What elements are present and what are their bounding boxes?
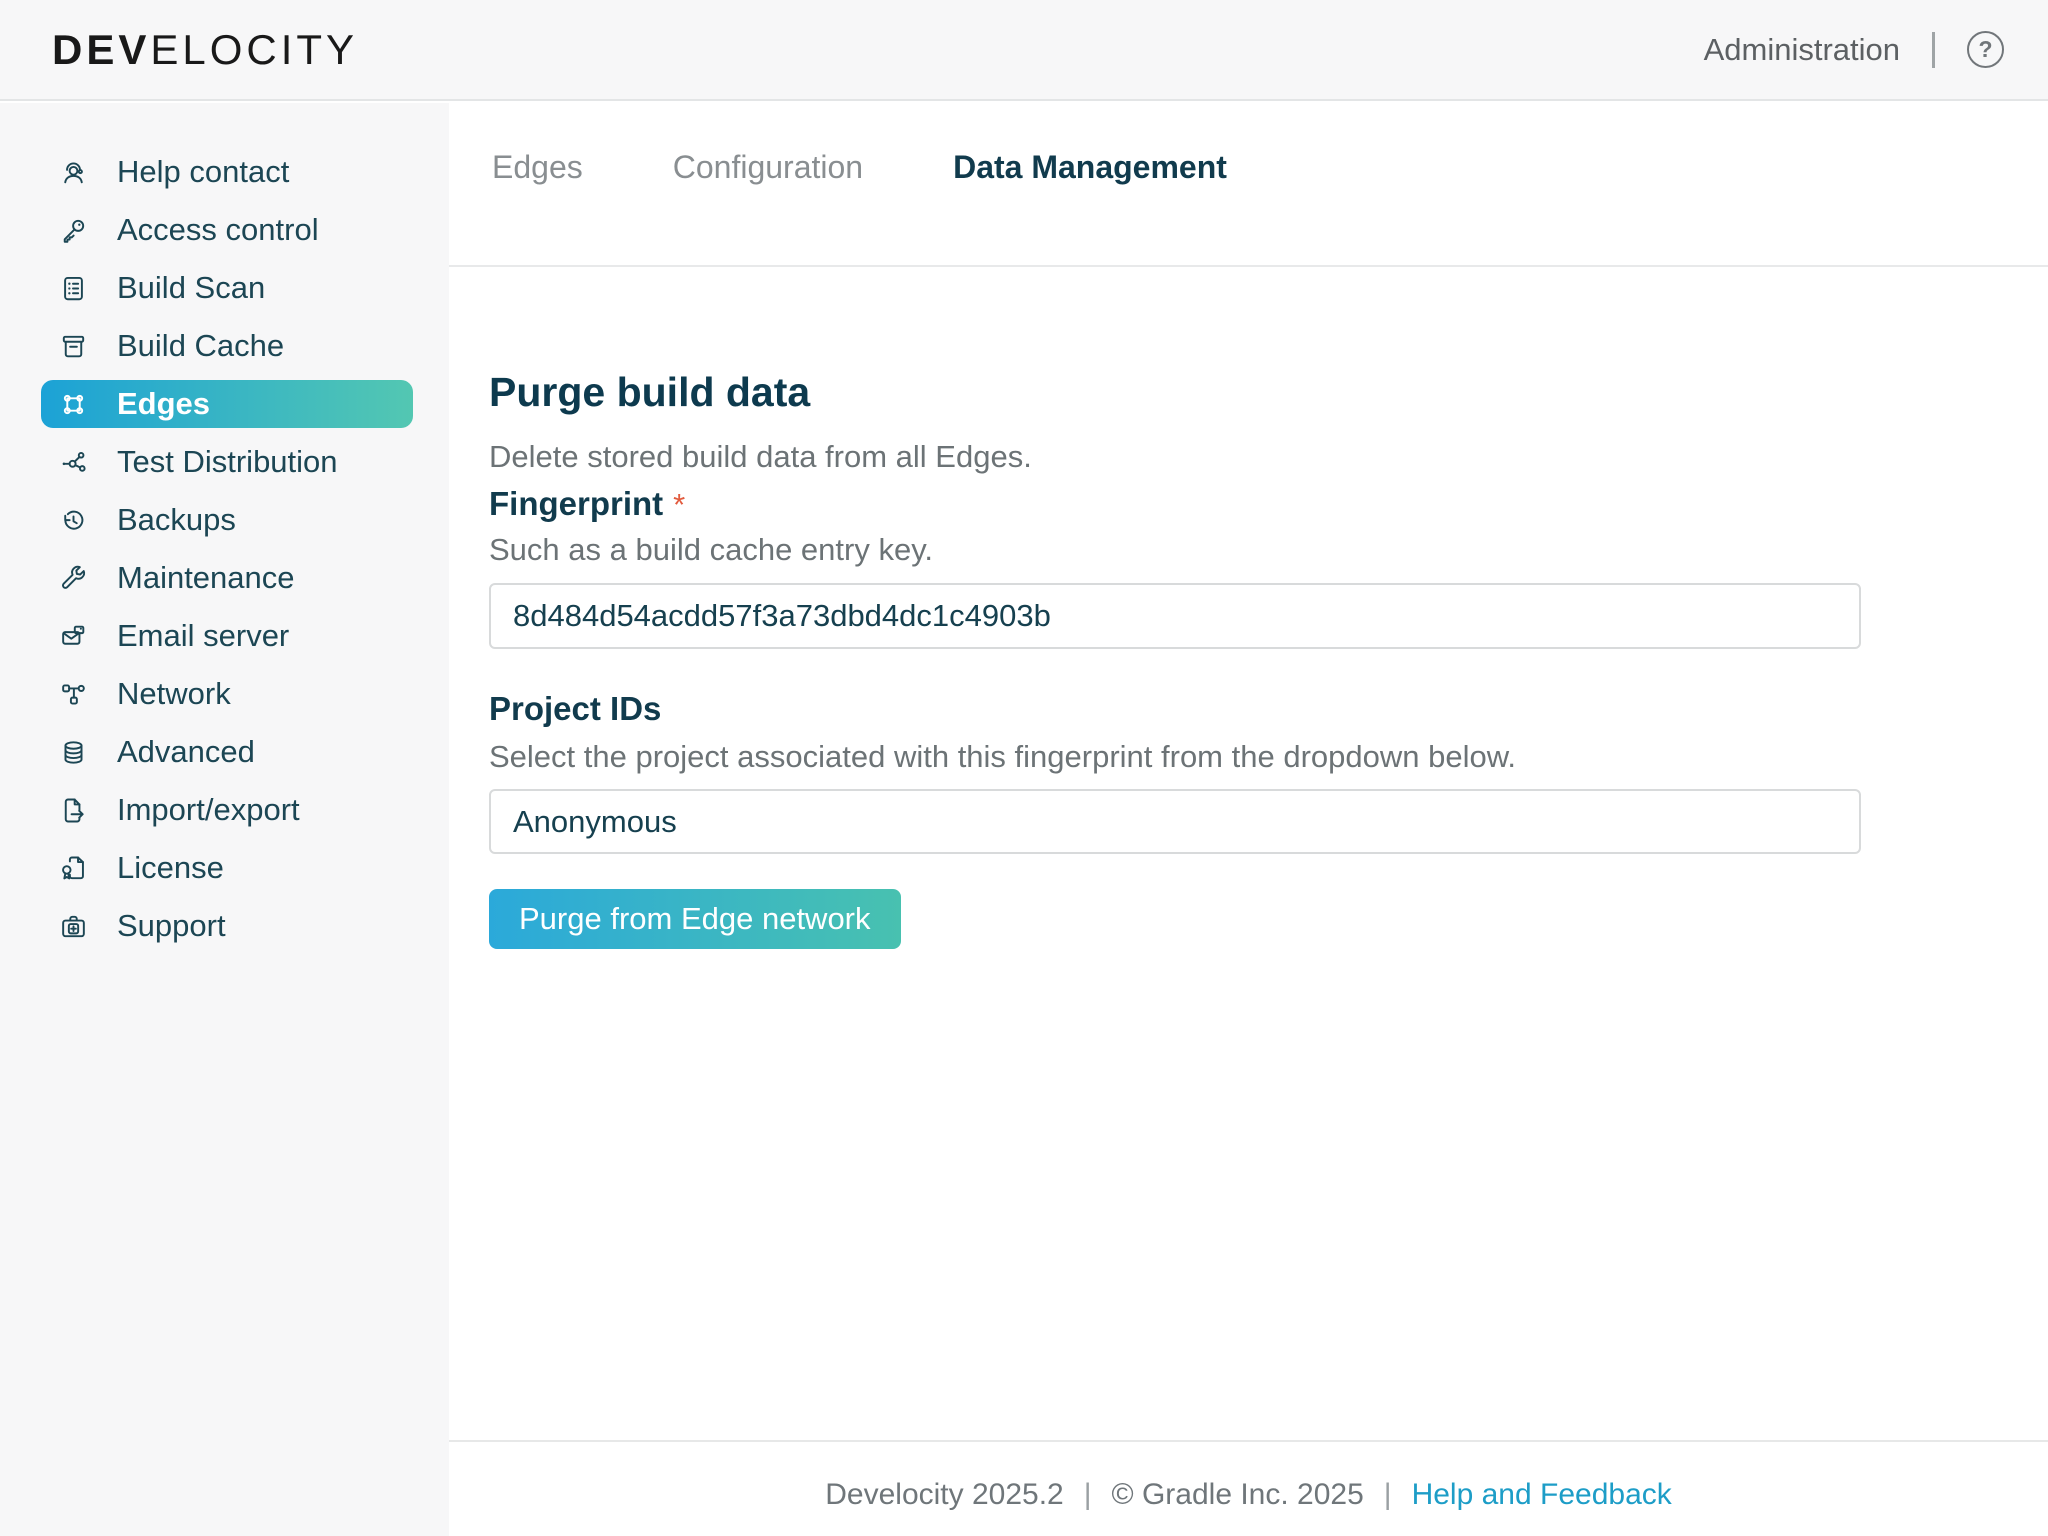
sidebar-item-maintenance[interactable]: Maintenance: [0, 549, 449, 607]
footer-version: Develocity 2025.2: [825, 1478, 1063, 1512]
project-ids-dropdown[interactable]: [489, 789, 1861, 854]
section-description: Delete stored build data from all Edges.: [489, 433, 1032, 481]
footer-separator: |: [1384, 1478, 1392, 1512]
sidebar-item-license[interactable]: License: [0, 839, 449, 897]
project-ids-hint: Select the project associated with this …: [489, 739, 1516, 775]
footer-copyright: © Gradle Inc. 2025: [1112, 1478, 1364, 1512]
sidebar-item-label: Help contact: [117, 154, 289, 190]
question-circle-icon[interactable]: ?: [1967, 31, 2004, 68]
header-right-group: Administration ?: [1704, 0, 2004, 99]
sidebar-item-help-contact[interactable]: Help contact: [0, 143, 449, 201]
archive-box-icon: [58, 331, 89, 362]
sidebar-item-label: Email server: [117, 618, 289, 654]
import-export-icon: [58, 795, 89, 826]
fingerprint-hint: Such as a build cache entry key.: [489, 532, 933, 568]
page-title: Purge build data: [489, 361, 810, 423]
project-ids-label: Project IDs: [489, 690, 661, 728]
sidebar-item-label: Backups: [117, 502, 236, 538]
sidebar-item-label: Import/export: [117, 792, 300, 828]
headset-icon: [58, 157, 89, 188]
required-marker: *: [673, 487, 685, 522]
fingerprint-label: Fingerprint *: [489, 485, 685, 523]
admin-sidebar: Help contact Access control Build Scan B…: [0, 103, 449, 1536]
sidebar-item-support[interactable]: Support: [0, 897, 449, 955]
sidebar-item-label: Advanced: [117, 734, 255, 770]
edges-selection-icon: [58, 389, 89, 420]
footer-separator: |: [1084, 1478, 1092, 1512]
support-kit-icon: [58, 911, 89, 942]
build-scan-list-icon: [58, 273, 89, 304]
sidebar-item-import-export[interactable]: Import/export: [0, 781, 449, 839]
sidebar-item-label: Maintenance: [117, 560, 295, 596]
sidebar-item-label: Support: [117, 908, 226, 944]
wrench-icon: [58, 563, 89, 594]
header-divider: [1932, 32, 1935, 68]
key-icon: [58, 215, 89, 246]
sidebar-item-label: License: [117, 850, 224, 886]
sidebar-item-advanced[interactable]: Advanced: [0, 723, 449, 781]
sidebar-item-email-server[interactable]: Email server: [0, 607, 449, 665]
history-clock-icon: [58, 505, 89, 536]
help-and-feedback-link[interactable]: Help and Feedback: [1412, 1478, 1672, 1512]
sidebar-item-access-control[interactable]: Access control: [0, 201, 449, 259]
sidebar-item-network[interactable]: Network: [0, 665, 449, 723]
sidebar-item-label: Edges: [117, 386, 210, 422]
main-content: Edges Configuration Data Management Purg…: [449, 103, 2048, 1536]
sidebar-item-label: Build Cache: [117, 328, 284, 364]
database-icon: [58, 737, 89, 768]
sidebar-item-backups[interactable]: Backups: [0, 491, 449, 549]
logo-light-text: ELOCITY: [150, 26, 358, 74]
purge-from-edge-network-button[interactable]: Purge from Edge network: [489, 889, 901, 949]
logo-bold-text: DEV: [52, 26, 150, 74]
app-header: DEVELOCITY Administration ?: [0, 0, 2048, 101]
sidebar-item-label: Test Distribution: [117, 444, 338, 480]
tab-edges[interactable]: Edges: [492, 149, 583, 186]
sidebar-item-build-scan[interactable]: Build Scan: [0, 259, 449, 317]
sidebar-item-edges[interactable]: Edges: [41, 380, 413, 428]
fingerprint-label-text: Fingerprint: [489, 485, 663, 522]
fingerprint-input[interactable]: [489, 583, 1861, 649]
email-server-icon: [58, 621, 89, 652]
test-distribution-icon: [58, 447, 89, 478]
network-nodes-icon: [58, 679, 89, 710]
sidebar-item-label: Access control: [117, 212, 319, 248]
sidebar-item-label: Build Scan: [117, 270, 265, 306]
page-footer: Develocity 2025.2 | © Gradle Inc. 2025 |…: [449, 1440, 2048, 1512]
sidebar-item-test-distribution[interactable]: Test Distribution: [0, 433, 449, 491]
license-badge-icon: [58, 853, 89, 884]
edges-tabbar: Edges Configuration Data Management: [449, 103, 2048, 267]
administration-link[interactable]: Administration: [1704, 32, 1900, 68]
tab-configuration[interactable]: Configuration: [673, 149, 863, 186]
sidebar-item-label: Network: [117, 676, 231, 712]
sidebar-item-build-cache[interactable]: Build Cache: [0, 317, 449, 375]
tab-data-management[interactable]: Data Management: [953, 149, 1227, 186]
develocity-logo[interactable]: DEVELOCITY: [52, 0, 358, 99]
